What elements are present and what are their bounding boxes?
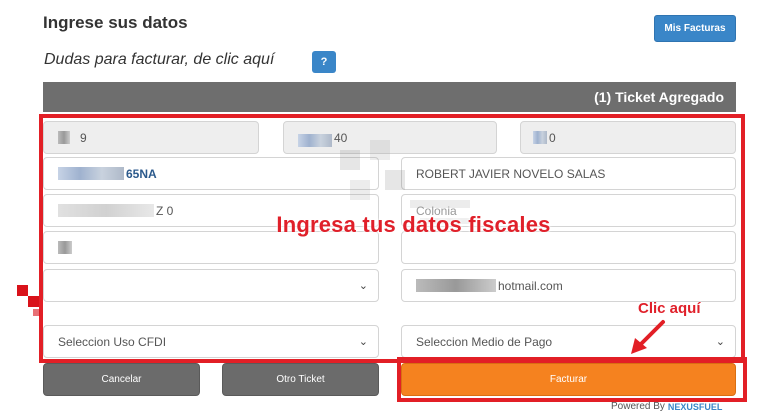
rfc-field-value: 65NA <box>126 166 157 181</box>
powered-by-label: Powered By <box>611 401 665 412</box>
annotation-clic-aqui: Clic aquí <box>638 300 701 317</box>
redacted-block <box>58 241 72 254</box>
uso-cfdi-select[interactable]: Seleccion Uso CFDI ⌄ <box>43 325 379 358</box>
decor-square <box>17 285 28 296</box>
rfc-field[interactable]: 65NA <box>43 157 379 190</box>
redacted-block <box>416 279 496 292</box>
ticket-field-3[interactable]: 0 <box>520 121 736 154</box>
email-field[interactable]: hotmail.com <box>401 269 736 302</box>
medio-pago-select-value: Seleccion Medio de Pago <box>416 334 553 349</box>
nexusfuel-logo: NEXUSFUEL <box>667 401 723 412</box>
mis-facturas-button[interactable]: Mis Facturas <box>654 15 736 42</box>
decor-square <box>33 309 40 316</box>
facturar-button[interactable]: Facturar <box>401 363 736 396</box>
decor-square <box>28 296 39 307</box>
ticket-field-1[interactable]: 9 <box>43 121 259 154</box>
chevron-down-icon: ⌄ <box>358 280 368 292</box>
chevron-down-icon: ⌄ <box>358 336 368 348</box>
medio-pago-select[interactable]: Seleccion Medio de Pago ⌄ <box>401 325 736 358</box>
redacted-block <box>533 131 547 144</box>
watermark-logo <box>340 140 470 224</box>
cancelar-button[interactable]: Cancelar <box>43 363 200 396</box>
page-title: Ingrese sus datos <box>43 13 188 32</box>
annotation-overlay-text: Ingresa tus datos fiscales <box>276 212 551 237</box>
dudas-link-text: Dudas para facturar, de clic aquí <box>44 51 275 68</box>
powered-by: Powered By NEXUSFUEL <box>611 401 722 412</box>
arrow-icon <box>631 320 665 354</box>
ticket-bar-label: (1) Ticket Agregado <box>594 89 724 105</box>
redacted-block <box>298 134 332 147</box>
select-row5-left[interactable]: ⌄ <box>43 269 379 302</box>
redacted-block <box>58 167 124 180</box>
help-button[interactable]: ? <box>312 51 336 73</box>
ticket-bar: (1) Ticket Agregado <box>43 82 736 112</box>
email-field-value: hotmail.com <box>498 278 563 293</box>
otro-ticket-button[interactable]: Otro Ticket <box>222 363 379 396</box>
redacted-block <box>58 131 70 144</box>
uso-cfdi-select-value: Seleccion Uso CFDI <box>58 334 167 349</box>
ticket-field-3-value: 0 <box>549 130 556 145</box>
ticket-field-1-value: 9 <box>80 130 87 145</box>
chevron-down-icon: ⌄ <box>715 336 725 348</box>
